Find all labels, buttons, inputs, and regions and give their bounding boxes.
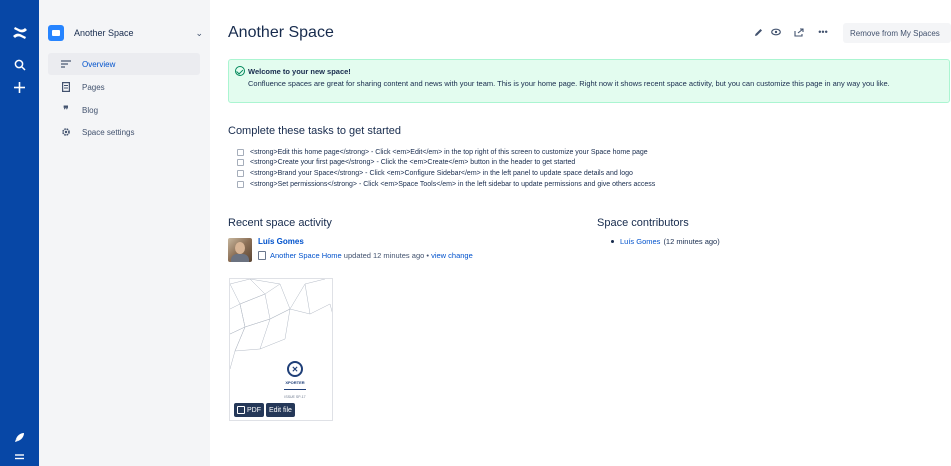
menu-icon[interactable] — [0, 451, 39, 463]
remove-from-my-spaces-button[interactable]: Remove from My Spaces — [843, 23, 951, 43]
task-item[interactable]: <strong>Brand your Space</strong> - Clic… — [237, 168, 633, 178]
task-checkbox[interactable] — [237, 148, 244, 156]
contributors-heading: Space contributors — [597, 217, 689, 229]
sidebar-item-label: Pages — [82, 82, 105, 92]
issue-text: ISSUE SP-17 — [284, 395, 306, 399]
pdf-button-label: PDF — [247, 406, 261, 414]
welcome-title: Welcome to your new space! — [248, 67, 351, 76]
attachment-thumbnail[interactable]: ✕ XPORTER ISSUE SP-17 PDF Edit file — [229, 278, 333, 421]
pdf-icon — [237, 406, 245, 414]
sidebar-item-space-settings[interactable]: Space settings — [48, 121, 200, 143]
task-label: <strong>Create your first page</strong> … — [250, 158, 576, 166]
recent-activity-heading: Recent space activity — [228, 217, 332, 229]
contributor-link[interactable]: Luís Gomes — [620, 237, 660, 246]
chevron-down-icon: ⌄ — [195, 27, 203, 38]
feedback-rocket-icon[interactable] — [0, 430, 39, 444]
xporter-logo-text: XPORTER — [285, 380, 305, 385]
polygon-art — [230, 279, 332, 370]
space-sidebar: Another Space ⌄ Overview Pages ❞ Blog Sp… — [39, 0, 210, 466]
author-link[interactable]: Luís Gomes — [258, 237, 304, 246]
sidebar-item-label: Space settings — [82, 127, 135, 137]
view-change-link[interactable]: view change — [431, 251, 473, 260]
share-icon[interactable] — [792, 25, 806, 39]
task-checkbox[interactable] — [237, 169, 244, 177]
blog-quote-icon: ❞ — [63, 104, 69, 116]
page-link[interactable]: Another Space Home — [270, 251, 342, 260]
task-checkbox[interactable] — [237, 180, 244, 188]
task-item[interactable]: <strong>Edit this home page</strong> - C… — [237, 147, 648, 157]
activity-update-line: Another Space Home updated 12 minutes ag… — [258, 251, 473, 260]
space-name: Another Space — [74, 28, 134, 38]
avatar[interactable] — [228, 238, 252, 262]
edit-pencil-icon[interactable] — [751, 25, 765, 39]
update-text: updated 12 minutes ago • — [341, 251, 432, 260]
welcome-message: Welcome to your new space! Confluence sp… — [228, 59, 950, 103]
sidebar-item-blog[interactable]: ❞ Blog — [48, 99, 200, 121]
sidebar-item-label: Blog — [82, 105, 99, 115]
space-switcher[interactable]: Another Space ⌄ — [48, 22, 203, 44]
task-item[interactable]: <strong>Set permissions</strong> - Click… — [237, 179, 655, 189]
sidebar-item-pages[interactable]: Pages — [48, 76, 200, 98]
task-label: <strong>Edit this home page</strong> - C… — [250, 148, 648, 156]
more-icon[interactable]: ••• — [816, 25, 830, 39]
task-label: <strong>Brand your Space</strong> - Clic… — [250, 169, 633, 177]
page-icon — [258, 251, 266, 260]
confluence-logo-icon[interactable] — [0, 24, 39, 42]
gear-icon — [58, 127, 74, 137]
contributor-item: Luís Gomes (12 minutes ago) — [611, 237, 720, 246]
global-navigation — [0, 0, 39, 466]
create-icon[interactable] — [0, 79, 39, 95]
xporter-logo-icon: ✕ — [287, 361, 303, 377]
overview-icon — [58, 60, 74, 68]
task-checkbox[interactable] — [237, 158, 244, 166]
edit-file-button[interactable]: Edit file — [266, 403, 295, 417]
watch-eye-icon[interactable] — [769, 25, 783, 39]
task-item[interactable]: <strong>Create your first page</strong> … — [237, 157, 575, 167]
sidebar-item-overview[interactable]: Overview — [48, 53, 200, 75]
tasks-heading: Complete these tasks to get started — [228, 125, 402, 137]
page-title: Another Space — [228, 24, 334, 41]
contributor-time: (12 minutes ago) — [663, 237, 720, 246]
search-icon[interactable] — [0, 58, 39, 72]
sidebar-item-label: Overview — [82, 59, 116, 69]
divider — [284, 389, 306, 390]
welcome-body: Confluence spaces are great for sharing … — [248, 79, 890, 88]
space-logo-icon — [48, 25, 64, 41]
check-circle-icon — [235, 66, 245, 76]
pages-icon — [58, 82, 74, 92]
pdf-button[interactable]: PDF — [234, 403, 264, 417]
task-label: <strong>Set permissions</strong> - Click… — [250, 180, 656, 188]
